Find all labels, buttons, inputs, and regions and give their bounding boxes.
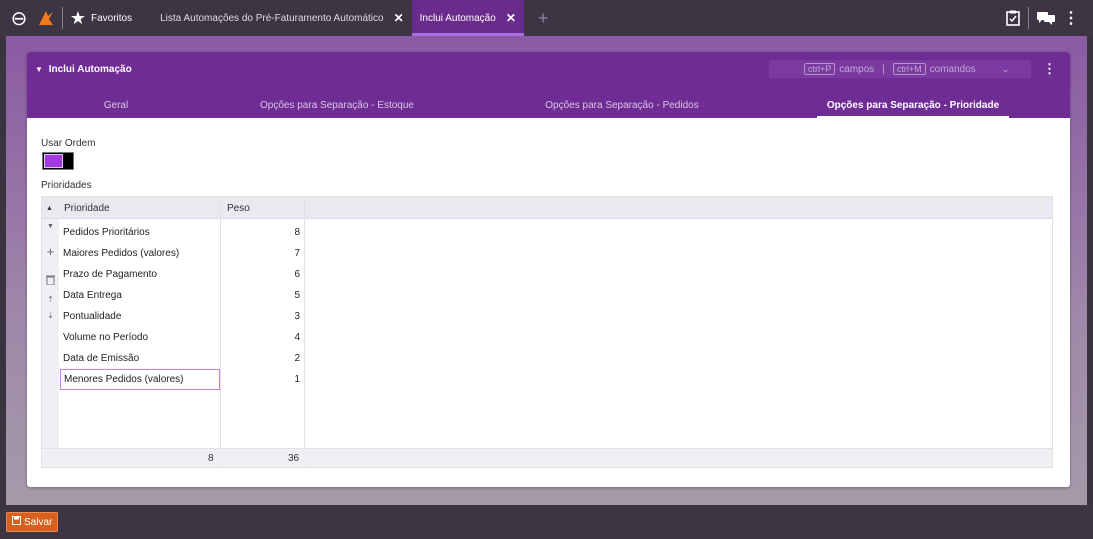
use-order-label: Usar Ordem xyxy=(41,138,96,149)
save-icon xyxy=(12,516,21,528)
save-label: Salvar xyxy=(24,516,53,528)
use-order-toggle[interactable] xyxy=(42,152,74,170)
panel-menu-icon[interactable]: ⋮ xyxy=(1043,61,1056,77)
priority-name: Menores Pedidos (valores) xyxy=(60,369,220,390)
footer-sum: 36 xyxy=(288,453,300,464)
priority-weight: 1 xyxy=(294,374,300,385)
priority-name: Volume no Período xyxy=(63,332,149,343)
caret-down-icon: ▼ xyxy=(35,65,43,74)
tab-geral[interactable]: Geral xyxy=(47,92,185,118)
priority-weight: 6 xyxy=(294,269,300,280)
tab-label: Lista Automações do Pré-Faturamento Auto… xyxy=(160,12,384,24)
priority-weight: 8 xyxy=(294,227,300,238)
shortcut-label-fields: campos xyxy=(839,63,875,75)
table-row[interactable]: Maiores Pedidos (valores) 7 xyxy=(59,243,304,264)
top-bar: ⊖ ★ Favoritos Lista Automações do Pré-Fa… xyxy=(0,0,1093,36)
shortcut-bar[interactable]: ctrl+P campos | ctrl+M comandos ⌄ xyxy=(769,60,1031,78)
table-row[interactable]: Prazo de Pagamento 6 xyxy=(59,264,304,285)
divider xyxy=(1028,7,1029,29)
add-tab-icon[interactable]: + xyxy=(538,8,549,29)
priority-name: Data Entrega xyxy=(63,290,122,301)
table-row[interactable]: Data Entrega 5 xyxy=(59,285,304,306)
table-row[interactable]: Volume no Período 4 xyxy=(59,327,304,348)
add-row-icon[interactable]: + xyxy=(42,244,59,259)
tab-inclui-automacao[interactable]: Inclui Automação ✕ xyxy=(411,0,525,36)
tab-label: Inclui Automação xyxy=(419,12,496,24)
tab-lista-automacoes[interactable]: Lista Automações do Pré-Faturamento Auto… xyxy=(152,0,412,36)
priority-weight: 4 xyxy=(294,332,300,343)
column-divider xyxy=(304,197,305,469)
back-icon[interactable]: ⊖ xyxy=(4,0,34,36)
priorities-grid: ▲ Prioridade Peso ▼ + ⇡ ⇣ Pedidos Priori… xyxy=(41,196,1053,469)
column-header-peso[interactable]: Peso xyxy=(227,197,250,219)
priority-name: Pedidos Prioritários xyxy=(63,227,150,238)
priority-weight: 5 xyxy=(294,290,300,301)
shortcut-key-fields: ctrl+P xyxy=(804,63,836,75)
table-row[interactable]: Pedidos Prioritários 8 xyxy=(59,222,304,243)
content-area: ▼ Inclui Automação ctrl+P campos | ctrl+… xyxy=(6,36,1087,505)
clipboard-icon[interactable] xyxy=(1006,10,1020,26)
section-tabs: Geral Opções para Separação - Estoque Op… xyxy=(27,92,1070,118)
priority-name: Maiores Pedidos (valores) xyxy=(63,248,180,259)
move-row-down-icon[interactable]: ⇣ xyxy=(42,311,59,320)
column-header-prioridade[interactable]: Prioridade xyxy=(64,197,110,219)
priority-name: Pontualidade xyxy=(63,311,122,322)
chat-icon[interactable] xyxy=(1037,11,1055,25)
favorites-link[interactable]: Favoritos xyxy=(91,13,132,24)
form-panel: ▼ Inclui Automação ctrl+P campos | ctrl+… xyxy=(27,52,1070,487)
grid-footer: 8 36 xyxy=(42,448,1052,467)
close-icon[interactable]: ✕ xyxy=(506,11,516,25)
tab-separacao-pedidos[interactable]: Opções para Separação - Pedidos xyxy=(522,92,722,118)
delete-row-icon[interactable] xyxy=(42,275,59,288)
priority-name: Data de Emissão xyxy=(63,353,140,364)
move-row-up-icon[interactable]: ⇡ xyxy=(42,295,59,304)
top-right-actions: ⋮ xyxy=(1006,0,1079,36)
move-down-icon[interactable]: ▼ xyxy=(42,223,59,230)
table-row-selected[interactable]: Menores Pedidos (valores) 1 xyxy=(59,369,304,390)
star-icon[interactable]: ★ xyxy=(67,0,89,36)
priorities-label: Prioridades xyxy=(41,180,92,191)
tab-separacao-prioridade[interactable]: Opções para Separação - Prioridade xyxy=(817,92,1009,118)
tab-separacao-estoque[interactable]: Opções para Separação - Estoque xyxy=(237,92,437,118)
grid-row-actions: ▼ + ⇡ ⇣ xyxy=(42,219,59,451)
close-icon[interactable]: ✕ xyxy=(394,11,404,25)
priority-weight: 3 xyxy=(294,311,300,322)
shortcut-divider: | xyxy=(882,63,885,75)
shortcut-label-commands: comandos xyxy=(929,63,976,75)
grid-header: ▲ Prioridade Peso xyxy=(42,197,1052,219)
priority-weight: 7 xyxy=(294,248,300,259)
footer-count: 8 xyxy=(208,453,214,464)
priority-name: Prazo de Pagamento xyxy=(63,269,157,280)
sort-ascending-icon[interactable]: ▲ xyxy=(46,197,58,219)
bottom-bar: Salvar xyxy=(0,505,1093,539)
app-logo-icon[interactable] xyxy=(34,0,58,36)
panel-body: Usar Ordem Prioridades ▲ Prioridade Peso… xyxy=(27,118,1070,487)
table-row[interactable]: Data de Emissão 2 xyxy=(59,348,304,369)
divider xyxy=(62,7,63,29)
save-button[interactable]: Salvar xyxy=(6,512,59,532)
more-menu-icon[interactable]: ⋮ xyxy=(1063,8,1079,28)
chevron-down-icon[interactable]: ⌄ xyxy=(1002,64,1010,75)
priority-weight: 2 xyxy=(294,353,300,364)
panel-title-text: Inclui Automação xyxy=(48,64,132,75)
shortcut-key-commands: ctrl+M xyxy=(892,63,926,75)
panel-header: ▼ Inclui Automação ctrl+P campos | ctrl+… xyxy=(27,52,1070,118)
table-row[interactable]: Pontualidade 3 xyxy=(59,306,304,327)
panel-title[interactable]: ▼ Inclui Automação xyxy=(35,64,132,75)
toggle-fill xyxy=(44,154,63,168)
